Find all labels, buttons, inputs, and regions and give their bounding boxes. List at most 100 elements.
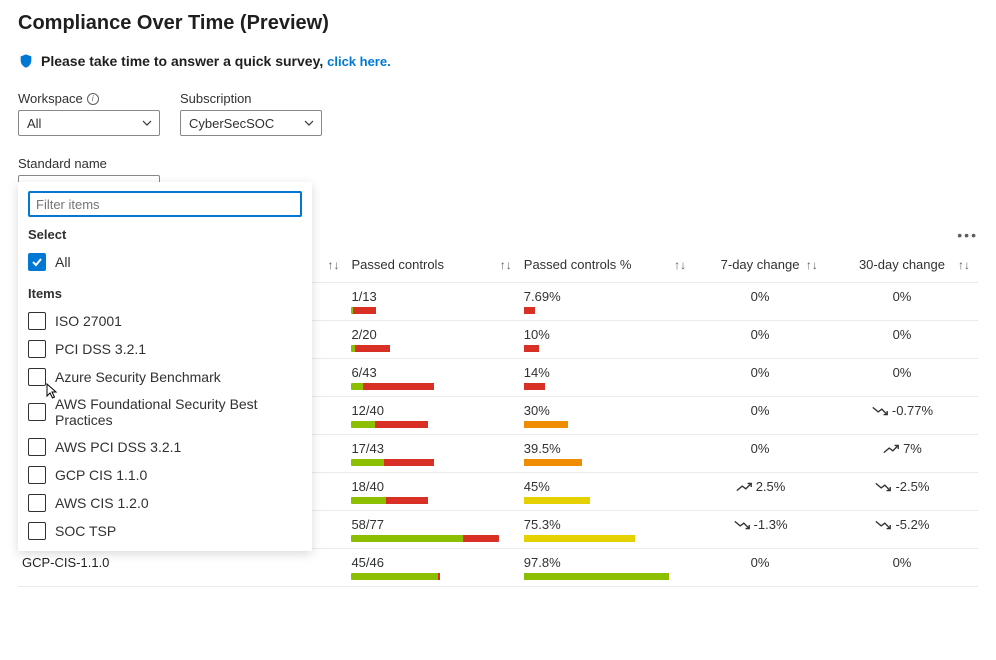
checkbox-icon [28,340,46,358]
passed-pct-text: 75.3% [524,517,690,532]
passed-bar [351,307,499,314]
7day-cell: 2.5% [694,473,826,511]
7day-text: 0% [751,403,770,418]
trend-down-icon [874,481,892,493]
option-item[interactable]: ISO 27001 [28,307,302,335]
col-passed-pct[interactable]: Passed controls %↑↓ [520,251,694,283]
more-menu-button[interactable]: ••• [957,227,978,243]
trend-up-icon [882,443,900,455]
passed-pct-bar [524,421,672,428]
passed-bar [351,345,499,352]
chevron-down-icon [303,117,315,129]
30day-cell: 0% [826,321,978,359]
passed-text: 58/77 [351,517,515,532]
workspace-dropdown[interactable]: All [18,110,160,136]
option-all[interactable]: All [28,248,302,276]
option-item[interactable]: AWS Foundational Security Best Practices [28,391,302,433]
7day-text: -1.3% [754,517,788,532]
passed-pct-cell: 10% [520,321,694,359]
passed-pct-cell: 45% [520,473,694,511]
passed-pct-cell: 39.5% [520,435,694,473]
page-title: Compliance Over Time (Preview) [18,12,978,35]
passed-pct-bar [524,459,672,466]
30day-text: 0% [893,555,912,570]
30day-text: 7% [903,441,922,456]
checkbox-icon [28,438,46,456]
passed-text: 2/20 [351,327,515,342]
option-item-label: GCP CIS 1.1.0 [55,467,147,483]
option-item-label: AWS CIS 1.2.0 [55,495,149,511]
table-row[interactable]: GCP-CIS-1.1.045/4697.8%0%0% [18,549,978,587]
survey-banner: Please take time to answer a quick surve… [18,53,978,69]
passed-bar [351,535,499,542]
7day-cell: -1.3% [694,511,826,549]
passed-pct-text: 45% [524,479,690,494]
standard-label: Standard name [18,156,107,171]
30day-text: -5.2% [895,517,929,532]
passed-text: 17/43 [351,441,515,456]
checkbox-checked-icon [28,253,46,271]
passed-pct-text: 39.5% [524,441,690,456]
passed-cell: 12/40 [347,397,519,435]
passed-bar [351,421,499,428]
passed-pct-bar [524,497,672,504]
30day-text: 0% [893,365,912,380]
option-item-label: ISO 27001 [55,313,122,329]
passed-pct-bar [524,573,672,580]
checkbox-icon [28,368,46,386]
row-name-cell: GCP-CIS-1.1.0 [18,549,347,587]
info-icon[interactable]: i [87,93,99,105]
passed-pct-text: 10% [524,327,690,342]
7day-cell: 0% [694,397,826,435]
passed-pct-text: 97.8% [524,555,690,570]
passed-pct-bar [524,307,672,314]
col-7day[interactable]: 7-day change↑↓ [694,251,826,283]
passed-text: 18/40 [351,479,515,494]
option-item-label: PCI DSS 3.2.1 [55,341,146,357]
passed-pct-bar [524,383,672,390]
subscription-value: CyberSecSOC [189,116,274,131]
col-passed[interactable]: Passed controls↑↓ [347,251,519,283]
option-item[interactable]: PCI DSS 3.2.1 [28,335,302,363]
30day-cell: -5.2% [826,511,978,549]
select-section-label: Select [28,227,302,242]
option-item[interactable]: AWS PCI DSS 3.2.1 [28,433,302,461]
option-item-label: SOC TSP [55,523,116,539]
passed-pct-text: 14% [524,365,690,380]
survey-link[interactable]: click here. [327,54,391,69]
checkbox-icon [28,522,46,540]
30day-cell: -2.5% [826,473,978,511]
option-item[interactable]: Azure Security Benchmark [28,363,302,391]
option-item[interactable]: SOC TSP [28,517,302,545]
30day-text: -2.5% [895,479,929,494]
passed-text: 1/13 [351,289,515,304]
option-item[interactable]: AWS CIS 1.2.0 [28,489,302,517]
passed-bar [351,573,499,580]
trend-down-icon [733,519,751,531]
30day-text: 0% [893,289,912,304]
30day-cell: 0% [826,359,978,397]
option-all-label: All [55,254,71,270]
passed-text: 45/46 [351,555,515,570]
passed-cell: 17/43 [347,435,519,473]
passed-cell: 6/43 [347,359,519,397]
workspace-filter: Workspace i All [18,91,160,136]
passed-bar [351,383,499,390]
30day-cell: 0% [826,283,978,321]
passed-pct-text: 30% [524,403,690,418]
passed-pct-cell: 7.69% [520,283,694,321]
subscription-dropdown[interactable]: CyberSecSOC [180,110,322,136]
option-item[interactable]: GCP CIS 1.1.0 [28,461,302,489]
option-item-label: AWS Foundational Security Best Practices [55,396,302,428]
passed-bar [351,459,499,466]
col-30day[interactable]: 30-day change↑↓ [826,251,978,283]
checkbox-icon [28,312,46,330]
survey-text-wrap: Please take time to answer a quick surve… [41,53,391,69]
passed-cell: 18/40 [347,473,519,511]
7day-text: 0% [751,365,770,380]
7day-text: 0% [751,441,770,456]
passed-bar [351,497,499,504]
sort-icon: ↑↓ [674,258,686,272]
filter-items-input[interactable] [28,191,302,217]
standard-filter: Standard name All Select All Items ISO 2… [18,156,160,201]
